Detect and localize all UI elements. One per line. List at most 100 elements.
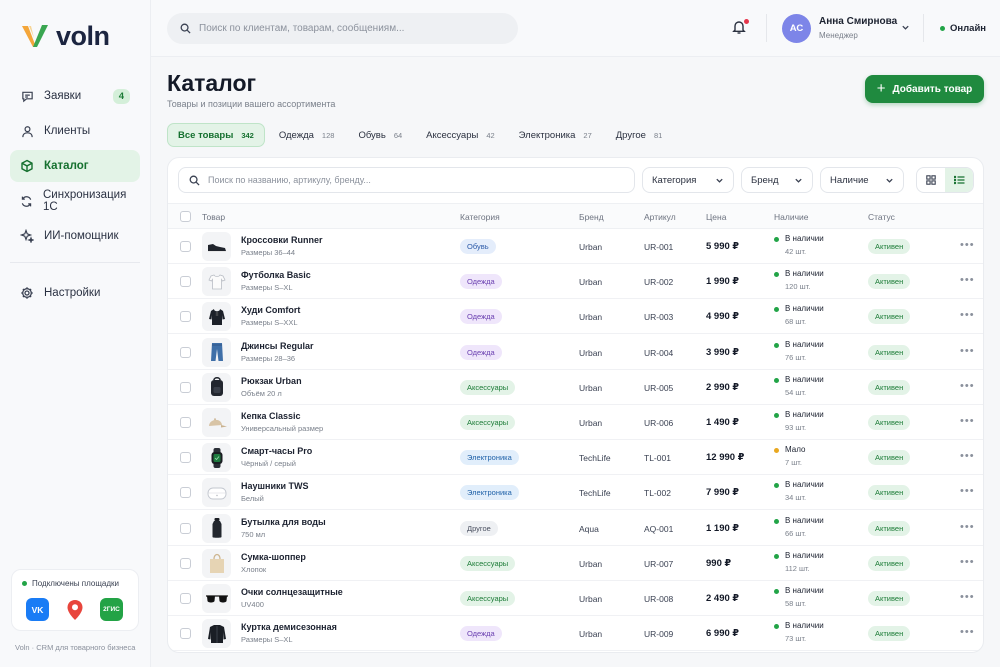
table-row[interactable]: Смарт-часы Pro Чёрный / серый Электроника T… [168,440,983,476]
row-checkbox[interactable] [180,557,191,569]
brand-cell: Urban [579,558,603,569]
table-row[interactable]: Кепка Classic Универсальный размер Аксессу… [168,405,983,440]
product-name[interactable]: Сумка-шоппер [241,552,306,562]
more-actions-icon[interactable]: ••• [960,626,975,638]
row-checkbox[interactable] [180,381,191,393]
more-actions-icon[interactable]: ••• [960,345,975,357]
sidebar-item-requests[interactable]: Заявки 4 [10,80,140,112]
global-search-input[interactable] [199,23,499,34]
product-name[interactable]: Футболка Basic [241,270,311,280]
category-badge: Аксессуары [460,379,516,395]
sidebar-item-clients[interactable]: Клиенты [10,115,140,147]
stock-status-dot [774,553,779,559]
row-checkbox[interactable] [180,522,191,534]
category-badge: Одежда [460,309,502,325]
product-search[interactable] [178,167,635,193]
more-actions-icon[interactable]: ••• [960,309,975,321]
tab-other[interactable]: Другое 81 [606,123,673,147]
price-cell: 6 990 ₽ [706,628,740,640]
column-header-product[interactable]: Товар [202,212,225,222]
sidebar-item-label: Синхронизация 1С [43,189,127,213]
product-name[interactable]: Джинсы Regular [241,341,313,351]
table-row[interactable]: Очки солнцезащитные UV400 Аксессуары Urban U… [168,581,983,616]
row-checkbox[interactable] [180,452,191,464]
more-actions-icon[interactable]: ••• [960,450,975,462]
product-name[interactable]: Худи Comfort [241,305,300,315]
tab-electronics[interactable]: Электроника 27 [509,123,602,147]
list-view-button[interactable] [945,168,973,192]
table-row[interactable]: Бутылка для воды 750 мл Другое Aqua AQ-001 1 … [168,511,983,546]
category-filter-dropdown[interactable]: Категория [642,167,734,193]
grid-view-button[interactable] [917,168,945,192]
more-actions-icon[interactable]: ••• [960,485,975,497]
tab-count: 342 [241,130,254,140]
add-product-button[interactable]: + Добавить товар [865,75,984,103]
vk-icon[interactable]: VK [26,598,49,621]
chevron-down-icon[interactable] [901,23,910,32]
stock-filter-dropdown[interactable]: Наличие [820,167,904,193]
tab-all[interactable]: Все товары 342 [167,123,265,147]
product-name[interactable]: Куртка демисезонная [241,622,337,632]
column-header-stock[interactable]: Наличие [774,212,808,222]
table-row[interactable]: Футболка Basic Размеры S–XL Одежда Urban UR-… [168,264,983,300]
row-checkbox[interactable] [180,417,191,428]
column-header-price[interactable]: Цена [706,212,726,222]
stock-status: В наличии [785,374,824,384]
row-checkbox[interactable] [180,628,191,640]
global-search[interactable] [167,13,518,44]
table-row[interactable]: Рюкзак Urban Объём 20 л Аксессуары Urban UR-… [168,370,983,405]
tab-count: 27 [583,130,592,140]
table-row[interactable]: Худи Comfort Размеры S–XXL Одежда Urban UR-0… [168,299,983,335]
product-name[interactable]: Кепка Classic [241,411,300,421]
product-variant: Универсальный размер [241,424,324,433]
notifications-button[interactable] [731,19,749,37]
tab-accessories[interactable]: Аксессуары 42 [416,123,505,147]
status-badge: Активен [868,485,911,501]
column-header-category[interactable]: Категория [460,212,500,222]
more-actions-icon[interactable]: ••• [960,239,975,251]
row-checkbox[interactable] [180,346,191,358]
logo[interactable]: voln [20,20,110,52]
more-actions-icon[interactable]: ••• [960,521,975,533]
more-actions-icon[interactable]: ••• [960,380,975,392]
brand-filter-dropdown[interactable]: Бренд [741,167,813,193]
brand-cell: TechLife [579,488,611,499]
table-row[interactable]: Наушники TWS Белый Электроника TechLife TL-0… [168,475,983,511]
product-search-input[interactable] [208,175,608,185]
column-header-brand[interactable]: Бренд [579,212,604,222]
table-row[interactable]: Джинсы Regular Размеры 28–36 Одежда Urban UR… [168,335,983,370]
table-row[interactable]: Сумка-шоппер Хлопок Аксессуары Urban UR-007 9… [168,546,983,581]
column-header-sku[interactable]: Артикул [644,212,676,222]
row-checkbox[interactable] [180,276,191,288]
map-pin-icon[interactable] [63,598,86,621]
select-all-checkbox[interactable] [180,211,191,222]
product-name[interactable]: Бутылка для воды [241,517,326,527]
tab-shoes[interactable]: Обувь 64 [348,123,412,147]
product-name[interactable]: Смарт-часы Pro [241,446,312,456]
column-header-status[interactable]: Статус [868,212,895,222]
avatar[interactable]: АС [782,14,811,43]
sidebar-item-catalog[interactable]: Каталог [10,150,140,182]
sidebar-item-settings[interactable]: Настройки [10,277,140,309]
sidebar-item-ai-assistant[interactable]: ИИ-помощник [10,220,140,252]
2gis-icon[interactable]: 2ГИС [100,598,123,621]
table-row[interactable]: Кроссовки Runner Размеры 36–44 Обувь Urban U… [168,229,983,264]
price-cell: 3 990 ₽ [706,346,740,358]
table-row[interactable]: Куртка демисезонная Размеры S–XL Одежда Urb… [168,616,983,652]
row-checkbox[interactable] [180,241,191,252]
product-name[interactable]: Кроссовки Runner [241,235,322,245]
product-name[interactable]: Рюкзак Urban [241,376,302,386]
user-name[interactable]: Анна Смирнова [819,16,897,27]
row-checkbox[interactable] [180,593,191,604]
sidebar-item-sync[interactable]: Синхронизация 1С [10,185,140,217]
tab-clothing[interactable]: Одежда 128 [269,123,345,147]
more-actions-icon[interactable]: ••• [960,415,975,427]
sku-cell: UR-008 [644,594,674,604]
row-checkbox[interactable] [180,487,191,499]
product-name[interactable]: Очки солнцезащитные [241,587,343,597]
more-actions-icon[interactable]: ••• [960,556,975,568]
more-actions-icon[interactable]: ••• [960,591,975,603]
product-name[interactable]: Наушники TWS [241,481,309,491]
row-checkbox[interactable] [180,311,191,323]
more-actions-icon[interactable]: ••• [960,274,975,286]
